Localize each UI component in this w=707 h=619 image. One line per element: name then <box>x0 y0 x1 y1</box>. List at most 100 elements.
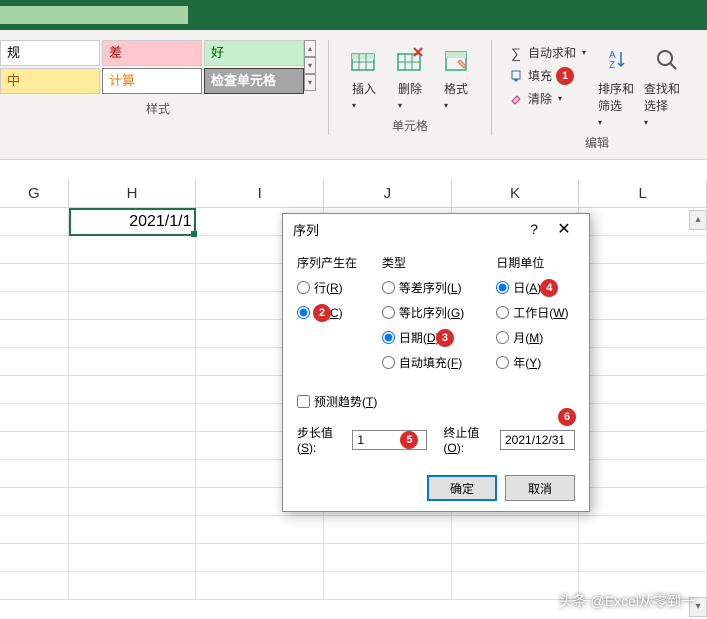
cell[interactable] <box>324 544 452 572</box>
cell[interactable] <box>69 236 197 264</box>
cell[interactable] <box>196 516 324 544</box>
radio-columns[interactable]: 列(C) 2 <box>297 304 366 321</box>
cell[interactable] <box>324 572 452 600</box>
fill-down-icon <box>508 68 524 84</box>
cell[interactable] <box>69 516 197 544</box>
cell[interactable] <box>0 460 69 488</box>
cell[interactable] <box>0 208 69 236</box>
cell[interactable] <box>452 516 580 544</box>
radio-month[interactable]: 月(M) <box>496 329 575 346</box>
autosum-button[interactable]: ∑ 自动求和▾ <box>504 42 590 63</box>
cancel-button[interactable]: 取消 <box>505 475 575 501</box>
magnifier-icon <box>653 46 681 74</box>
cell[interactable] <box>69 432 197 460</box>
cell[interactable] <box>579 348 707 376</box>
cell[interactable] <box>0 348 69 376</box>
cell[interactable] <box>0 376 69 404</box>
styles-gallery-spinner[interactable]: ▴▾▾ <box>304 40 316 94</box>
cell[interactable] <box>579 236 707 264</box>
cell[interactable] <box>69 404 197 432</box>
cell[interactable] <box>69 572 197 600</box>
style-good[interactable]: 好 <box>204 40 304 66</box>
cell[interactable] <box>0 264 69 292</box>
watermark: 头条 @Excel从零到一 <box>559 591 695 611</box>
col-header-l[interactable]: L <box>579 180 707 207</box>
dialog-close-button[interactable]: ✕ <box>549 219 579 239</box>
cell[interactable] <box>0 320 69 348</box>
format-button[interactable]: 格式▾ <box>433 40 479 111</box>
col-header-k[interactable]: K <box>452 180 580 207</box>
section-type: 类型 <box>382 254 480 271</box>
radio-linear[interactable]: 等差序列(L) <box>382 279 480 296</box>
cell[interactable] <box>579 292 707 320</box>
cell[interactable] <box>69 544 197 572</box>
style-bad[interactable]: 差 <box>102 40 202 66</box>
cell[interactable] <box>579 208 707 236</box>
annotation-badge-4: 4 <box>540 279 558 297</box>
annotation-badge-5: 5 <box>400 431 418 449</box>
cell[interactable] <box>579 320 707 348</box>
cell[interactable] <box>579 516 707 544</box>
cell[interactable] <box>324 516 452 544</box>
radio-growth[interactable]: 等比序列(G) <box>382 304 480 321</box>
cell[interactable] <box>69 348 197 376</box>
radio-year[interactable]: 年(Y) <box>496 354 575 371</box>
cell[interactable] <box>0 236 69 264</box>
annotation-badge-1: 1 <box>556 67 574 85</box>
styles-group-label: 样式 <box>146 100 170 117</box>
cell[interactable] <box>69 376 197 404</box>
stop-input[interactable] <box>500 430 575 450</box>
cell[interactable] <box>69 292 197 320</box>
dialog-titlebar[interactable]: 序列 ? ✕ <box>283 214 589 244</box>
style-normal[interactable]: 规 <box>0 40 100 66</box>
col-header-i[interactable]: I <box>196 180 324 207</box>
radio-date[interactable]: 日期(D) 3 <box>382 329 480 346</box>
cell[interactable] <box>0 432 69 460</box>
cell[interactable] <box>579 264 707 292</box>
fill-button[interactable]: 填充▾ 1 <box>504 65 590 86</box>
radio-rows[interactable]: 行(R) <box>297 279 366 296</box>
cell[interactable] <box>0 572 69 600</box>
active-cell[interactable]: 2021/1/1 <box>69 208 197 236</box>
find-select-button[interactable]: 查找和选择▾ <box>644 40 690 128</box>
title-bar <box>0 0 707 30</box>
cell[interactable] <box>69 320 197 348</box>
cell[interactable] <box>0 516 69 544</box>
dialog-help-button[interactable]: ? <box>519 221 549 237</box>
cell[interactable] <box>196 572 324 600</box>
cell[interactable] <box>452 544 580 572</box>
radio-weekday[interactable]: 工作日(W) <box>496 304 575 321</box>
scroll-up-arrow[interactable]: ▴ <box>689 210 707 230</box>
radio-day[interactable]: 日(A) 4 <box>496 279 575 296</box>
eraser-icon <box>508 91 524 107</box>
cell[interactable] <box>579 404 707 432</box>
cell[interactable] <box>196 544 324 572</box>
checkbox-trend[interactable]: 预测趋势(T) <box>297 393 575 410</box>
cell[interactable] <box>579 432 707 460</box>
cell-styles-gallery[interactable]: 规 差 好 中 计算 检查单元格 <box>0 40 304 94</box>
radio-autofill[interactable]: 自动填充(F) <box>382 354 480 371</box>
delete-button[interactable]: 删除▾ <box>387 40 433 111</box>
cell[interactable] <box>69 488 197 516</box>
sort-filter-button[interactable]: AZ 排序和筛选▾ <box>598 40 644 128</box>
cell[interactable] <box>579 488 707 516</box>
cell[interactable] <box>0 404 69 432</box>
cell[interactable] <box>0 488 69 516</box>
style-calculation[interactable]: 计算 <box>102 68 202 94</box>
cell[interactable] <box>579 460 707 488</box>
cell[interactable] <box>69 460 197 488</box>
style-neutral[interactable]: 中 <box>0 68 100 94</box>
col-header-h[interactable]: H <box>69 180 197 207</box>
cell[interactable] <box>579 376 707 404</box>
insert-button[interactable]: 插入▾ <box>341 40 387 111</box>
col-header-g[interactable]: G <box>0 180 69 207</box>
cell[interactable] <box>0 292 69 320</box>
clear-button[interactable]: 清除▾ <box>504 88 590 109</box>
cell[interactable] <box>69 264 197 292</box>
cell[interactable] <box>0 544 69 572</box>
ok-button[interactable]: 确定 <box>427 475 497 501</box>
cell[interactable] <box>579 544 707 572</box>
col-header-j[interactable]: J <box>324 180 452 207</box>
style-check-cell[interactable]: 检查单元格 <box>204 68 304 94</box>
cells-group-label: 单元格 <box>392 117 428 134</box>
